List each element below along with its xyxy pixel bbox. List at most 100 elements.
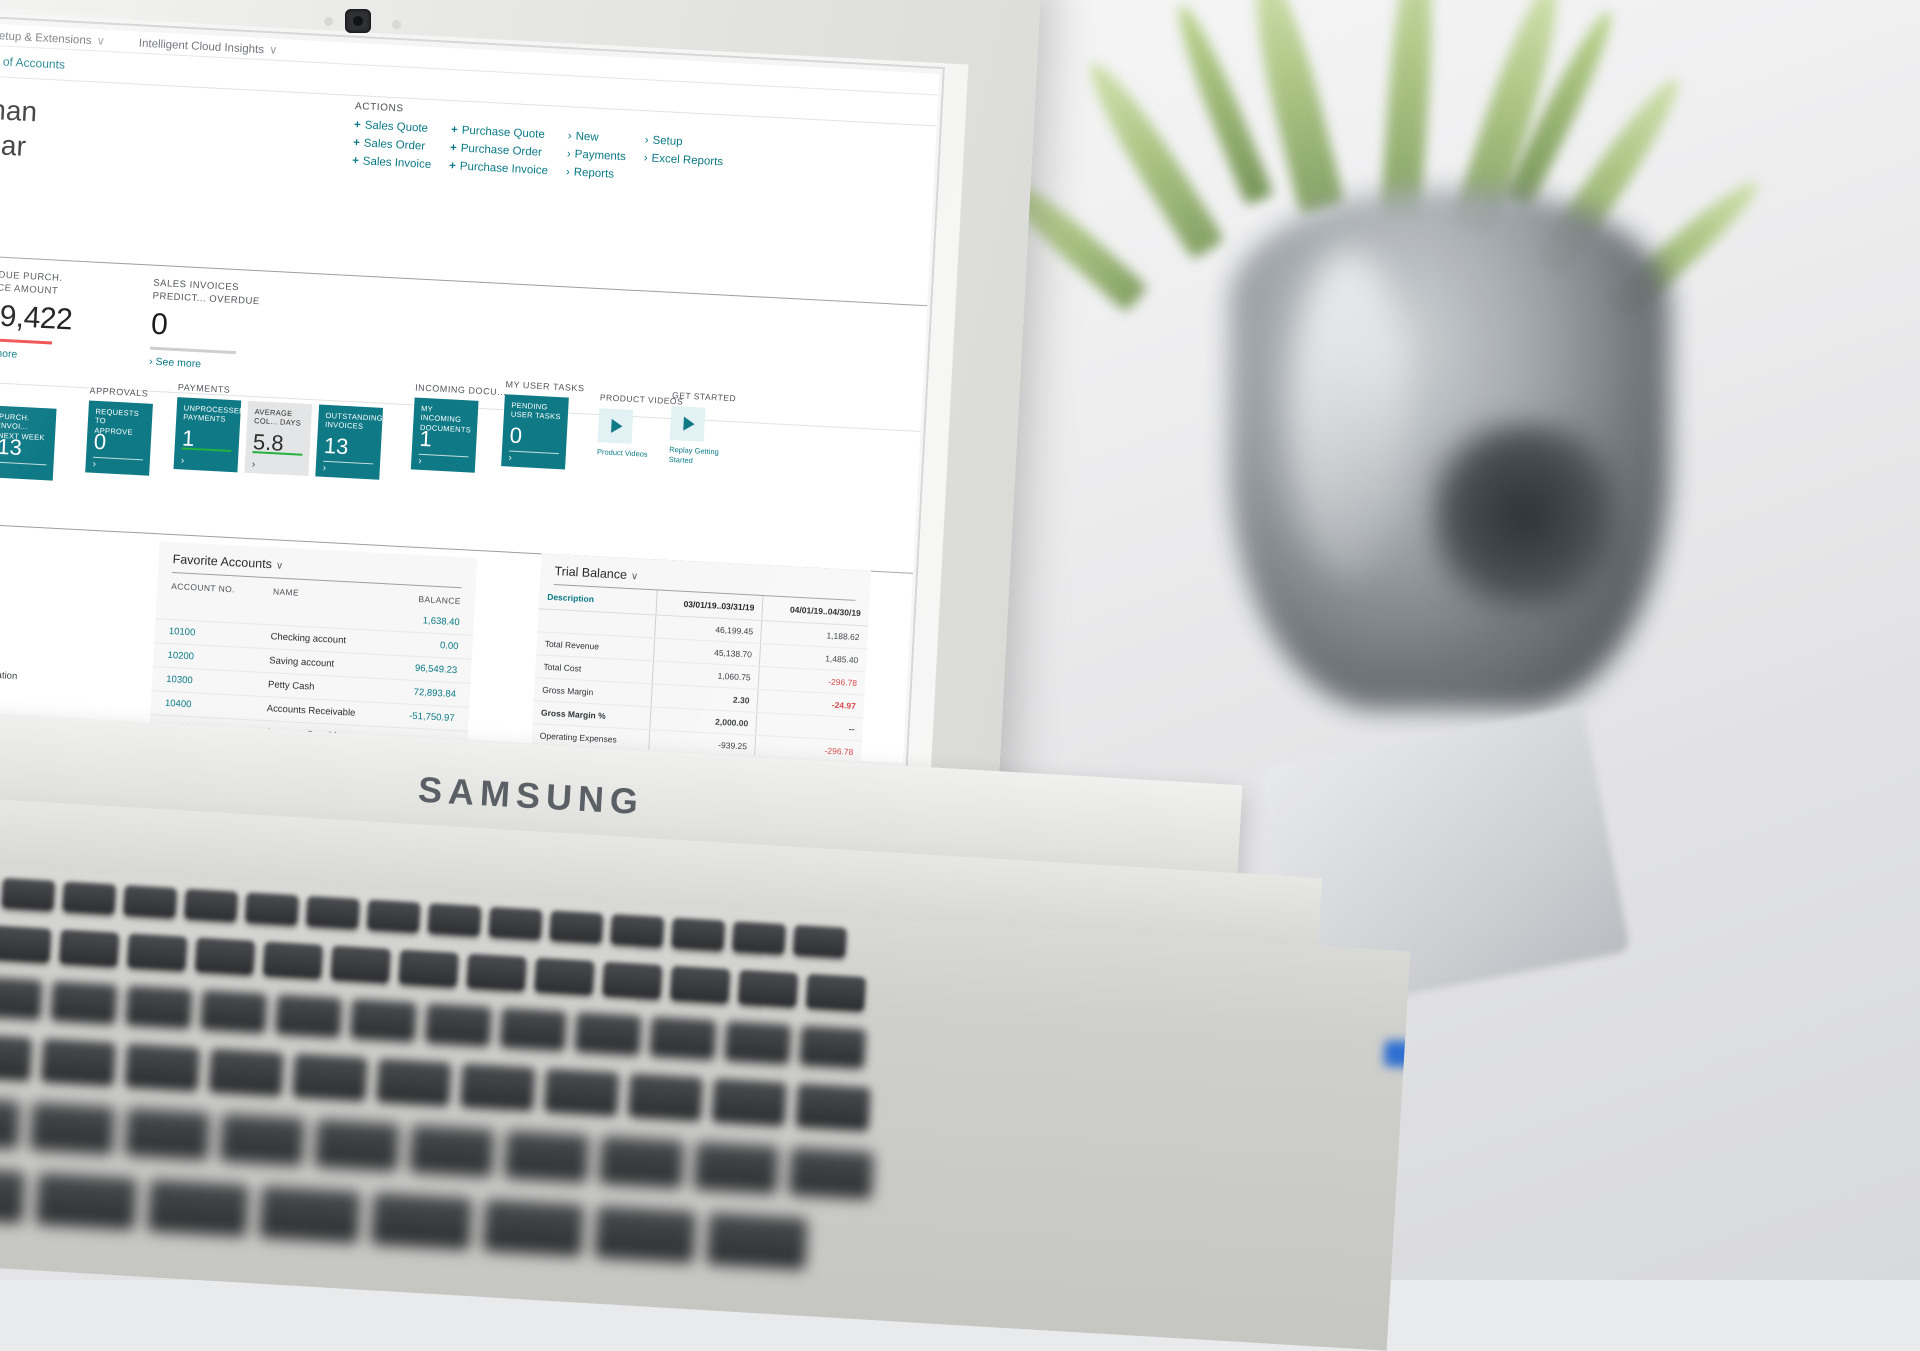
chevron-down-icon: ∨ (96, 35, 105, 47)
page-headline: more deals than period last year (0, 84, 377, 183)
get-started-button[interactable] (670, 406, 706, 442)
chevron-right-icon: › (567, 148, 571, 160)
tile-value: 13 (323, 435, 349, 458)
tile-my-incoming-documents[interactable]: MY INCOMING DOCUMENTS 1 › (411, 398, 479, 473)
keyboard-key (0, 1033, 32, 1079)
get-started-title: GET STARTED (672, 390, 737, 403)
product-videos-button[interactable] (598, 408, 634, 444)
keyboard-key (549, 910, 603, 943)
tile-divider (509, 451, 559, 455)
keyboard-key (789, 1147, 874, 1198)
keyboard-key (595, 1206, 696, 1262)
laptop: Purchasing∨ Setup & Extensions∨ Intellig… (0, 0, 1920, 1280)
keyboard-key (738, 970, 798, 1007)
tile-requests-to-approve[interactable]: REQUESTS TO APPROVE 0 › (85, 400, 153, 475)
tile-outstanding-invoices[interactable]: OUTSTANDING... INVOICES 13 › (315, 405, 383, 480)
tile-group-title: MY USER TASKS (505, 379, 585, 393)
keyboard-key (276, 994, 342, 1036)
action-purchase-quote[interactable]: +Purchase Quote (451, 124, 550, 141)
keyboard-key (628, 1073, 702, 1119)
chevron-right-icon: › (566, 166, 570, 178)
business-central-dashboard: Purchasing∨ Setup & Extensions∨ Intellig… (0, 17, 940, 763)
action-sales-quote[interactable]: +Sales Quote (354, 119, 434, 135)
nav-item-intelligent-cloud-insights[interactable]: Intelligent Cloud Insights∨ (139, 35, 278, 56)
chevron-right-icon: › (322, 463, 326, 474)
keyboard-sticker (1384, 1040, 1411, 1070)
tile-label: AVERAGE COL... DAYS (254, 407, 305, 428)
kpi-see-more-link[interactable]: › See more (0, 346, 86, 364)
laptop-screen: Purchasing∨ Setup & Extensions∨ Intellig… (0, 17, 940, 763)
kpi-sales-invoices-predicted-overdue[interactable]: SALES INVOICES PREDICT... OVERDUE 0 › Se… (149, 278, 274, 374)
tile-value: 0 (509, 425, 522, 448)
tile-group-incoming-documents: INCOMING DOCU... MY INCOMING DOCUMENTS 1… (411, 383, 507, 475)
actions-column-sales: +Sales Quote +Sales Order +Sales Invoice (352, 119, 434, 171)
kpi-trend-bar (150, 346, 236, 353)
nav-item-setup-extensions[interactable]: Setup & Extensions∨ (0, 27, 105, 47)
keyboard-key (259, 1186, 360, 1242)
chevron-right-icon: › (643, 152, 647, 164)
kpi-row: OVERDUE SALES INVOICE AMOUNT $63,890 › S… (0, 258, 273, 373)
action-reports[interactable]: ›Reports (566, 166, 626, 181)
keyboard-key (293, 1053, 367, 1099)
keyboard-key (461, 1063, 535, 1109)
action-purchase-order[interactable]: +Purchase Order (450, 142, 549, 159)
action-payments[interactable]: ›Payments (567, 148, 627, 163)
keyboard-key (371, 1192, 472, 1248)
plus-icon: + (450, 142, 457, 154)
kpi-value: 0 (150, 307, 272, 347)
action-sales-order[interactable]: +Sales Order (353, 137, 433, 153)
product-videos-caption[interactable]: Product Videos (597, 447, 649, 459)
tile-divider (93, 457, 143, 461)
keyboard-key (350, 999, 416, 1041)
keyboard-key (650, 1017, 716, 1059)
keyboard-key (534, 958, 594, 995)
keyboard-key (367, 899, 421, 932)
actions-column-nav: ›New ›Payments ›Reports (566, 130, 627, 181)
action-setup[interactable]: ›Setup (644, 134, 724, 150)
action-new[interactable]: ›New (568, 130, 628, 145)
keyboard-key (125, 1108, 210, 1159)
keyboard-key (220, 1113, 305, 1164)
keyboard-key (123, 885, 177, 918)
kpi-trend-bar (0, 337, 52, 344)
action-purchase-invoice[interactable]: +Purchase Invoice (449, 160, 548, 177)
tile-value: 13 (0, 436, 22, 459)
keyboard-key (125, 1043, 199, 1089)
tile-label: UNPROCESSED PAYMENTS (183, 403, 234, 424)
actions-panel: ACTIONS +Sales Quote +Sales Order +Sales… (352, 101, 725, 186)
webcam-icon (345, 9, 371, 33)
plus-icon: + (451, 124, 458, 136)
tile-unprocessed-payments[interactable]: UNPROCESSED PAYMENTS 1 › (173, 397, 241, 472)
tile-pending-user-tasks[interactable]: PENDING USER TASKS 0 › (501, 394, 569, 469)
kpi-label: OVERDUE PURCH. INVOICE AMOUNT (0, 268, 90, 300)
keyboard-key (148, 1179, 249, 1235)
play-icon (683, 417, 695, 432)
keyboard-key (793, 925, 847, 958)
keyboard-key (410, 1124, 495, 1175)
tile-divider (419, 454, 469, 458)
keyboard-key (263, 941, 323, 978)
keyboard-key (62, 881, 116, 914)
keyboard-key (195, 937, 255, 974)
subnav-item-chart-of-accounts[interactable]: Chart of Accounts (0, 53, 65, 72)
action-excel-reports[interactable]: ›Excel Reports (643, 152, 723, 168)
tile-group-approvals: APPROVALS REQUESTS TO APPROVE 0 › (85, 385, 154, 475)
get-started-caption[interactable]: Replay Getting Started (668, 445, 721, 467)
actions-column-purchase: +Purchase Quote +Purchase Order +Purchas… (449, 124, 550, 177)
kpi-see-more-link[interactable]: › See more (149, 355, 269, 373)
keyboard-key (504, 1130, 589, 1181)
keyboard-key (1, 878, 55, 911)
keyboard-key (126, 985, 192, 1027)
keyboard-key (694, 1141, 779, 1192)
keyboard-key (59, 929, 119, 966)
kpi-value: $49,422 (0, 298, 88, 338)
keyboard-key (483, 1199, 584, 1255)
tile-average-collection-days[interactable]: AVERAGE COL... DAYS 5.8 › (244, 401, 312, 476)
kpi-overdue-purchase-invoice[interactable]: OVERDUE PURCH. INVOICE AMOUNT $49,422 › … (0, 268, 90, 364)
keyboard-key (732, 921, 786, 954)
tile-purchase-invoices-next-week[interactable]: PURCH. INVOI... NEXT WEEK 13 › (0, 405, 57, 480)
keyboard-key (201, 990, 267, 1032)
tile-group-my-user-tasks: MY USER TASKS PENDING USER TASKS 0 › (501, 379, 585, 470)
keyboard-key (671, 918, 725, 951)
keyboard-key (245, 892, 299, 925)
